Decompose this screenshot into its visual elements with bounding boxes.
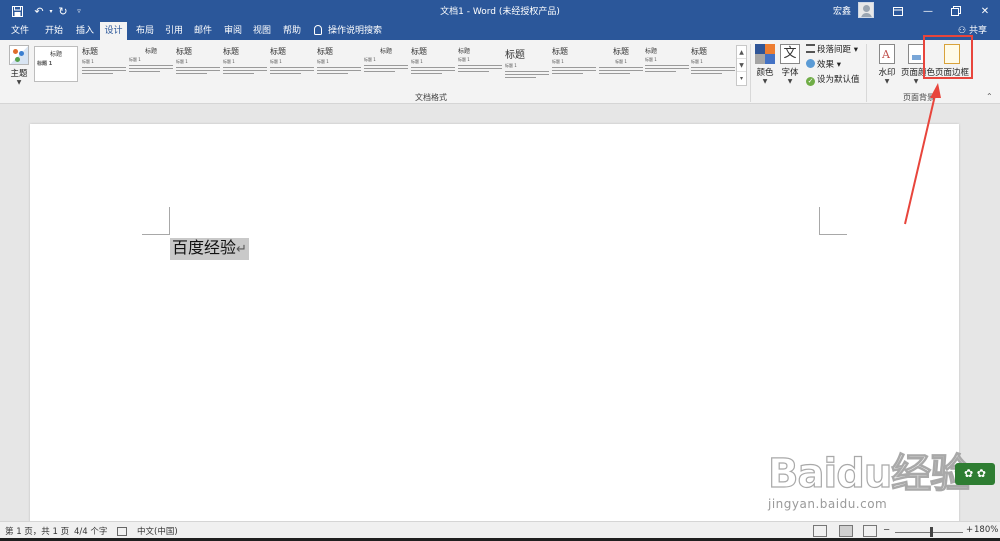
proofing-icon[interactable]	[117, 527, 127, 536]
watermark-brand: Baidu经验	[767, 450, 971, 497]
print-layout-icon[interactable]	[839, 525, 853, 537]
zoom-slider[interactable]	[895, 532, 963, 533]
language[interactable]: 中文(中国)	[137, 525, 178, 537]
zoom-slider-thumb[interactable]	[930, 527, 933, 537]
watermark-badge-icon: ✿ ✿	[955, 463, 995, 485]
zoom-level[interactable]: 180%	[974, 525, 998, 535]
read-mode-icon[interactable]	[813, 525, 827, 537]
watermark-url: jingyan.baidu.com	[768, 497, 888, 511]
zoom-in-icon[interactable]: +	[966, 525, 973, 535]
word-count[interactable]: 4/4 个字	[74, 525, 107, 537]
web-layout-icon[interactable]	[863, 525, 877, 537]
page-count[interactable]: 第 1 页，共 1 页	[5, 525, 69, 537]
zoom-out-icon[interactable]: −	[883, 525, 890, 535]
baidu-watermark: Baidu经验 jingyan.baidu.com ✿ ✿	[760, 433, 1000, 521]
